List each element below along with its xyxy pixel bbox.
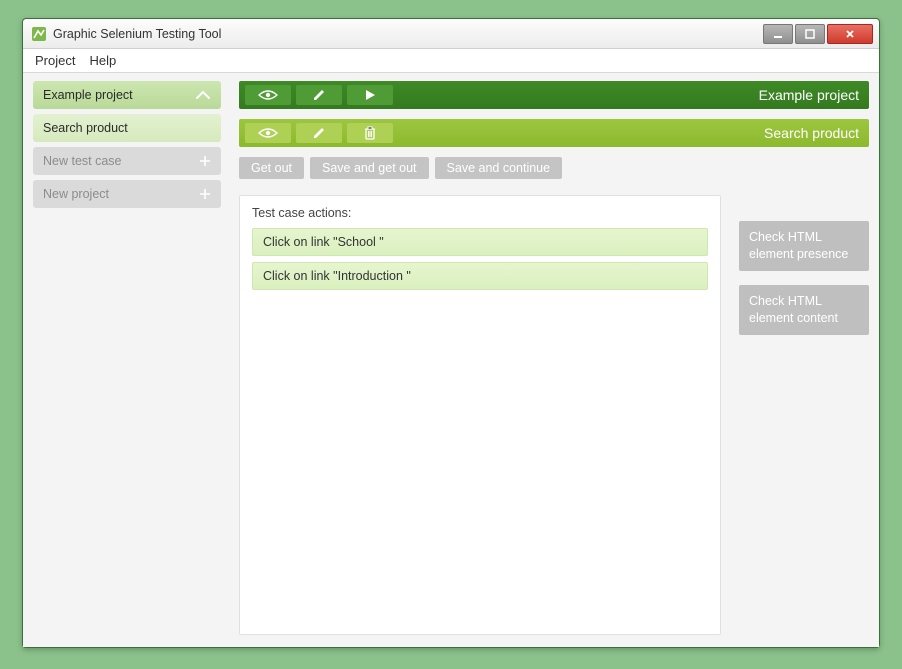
project-bar: Example project (239, 81, 869, 109)
testcase-bar: Search product (239, 119, 869, 147)
view-button[interactable] (245, 123, 291, 143)
save-and-get-out-button[interactable]: Save and get out (310, 157, 429, 179)
get-out-button[interactable]: Get out (239, 157, 304, 179)
plus-icon (199, 155, 211, 167)
check-content-button[interactable]: Check HTML element content (739, 285, 869, 335)
trash-icon (364, 126, 376, 140)
close-button[interactable] (827, 24, 873, 44)
edit-button[interactable] (296, 85, 342, 105)
minimize-button[interactable] (763, 24, 793, 44)
actions-panel: Test case actions: Click on link "School… (239, 195, 721, 635)
titlebar: Graphic Selenium Testing Tool (23, 19, 879, 49)
action-item[interactable]: Click on link "School " (252, 228, 708, 256)
plus-icon (199, 188, 211, 200)
app-icon (31, 26, 47, 42)
sidebar: Example project Search product New test … (33, 81, 221, 635)
sidebar-item-label: Search product (43, 121, 128, 135)
view-button[interactable] (245, 85, 291, 105)
delete-button[interactable] (347, 123, 393, 143)
run-button[interactable] (347, 85, 393, 105)
window-controls (763, 24, 873, 44)
action-item[interactable]: Click on link "Introduction " (252, 262, 708, 290)
project-bar-title: Example project (759, 87, 859, 103)
app-window: Graphic Selenium Testing Tool Project He… (22, 18, 880, 648)
chevron-up-icon (195, 90, 211, 100)
sidebar-item-new-test-case[interactable]: New test case (33, 147, 221, 175)
sidebar-item-label: New test case (43, 154, 122, 168)
sidebar-item-label: Example project (43, 88, 133, 102)
menubar: Project Help (23, 49, 879, 73)
eye-icon (258, 127, 278, 139)
pencil-icon (312, 88, 326, 102)
testcase-bar-title: Search product (764, 125, 859, 141)
eye-icon (258, 89, 278, 101)
sidebar-item-label: New project (43, 187, 109, 201)
save-and-continue-button[interactable]: Save and continue (435, 157, 563, 179)
menu-help[interactable]: Help (89, 53, 116, 68)
play-icon (364, 89, 376, 101)
window-title: Graphic Selenium Testing Tool (53, 27, 763, 41)
content-row: Test case actions: Click on link "School… (239, 195, 869, 635)
menu-project[interactable]: Project (35, 53, 75, 68)
actions-heading: Test case actions: (252, 206, 708, 220)
sidebar-item-new-project[interactable]: New project (33, 180, 221, 208)
action-button-row: Get out Save and get out Save and contin… (239, 157, 869, 179)
main: Example project (239, 81, 869, 635)
edit-button[interactable] (296, 123, 342, 143)
maximize-button[interactable] (795, 24, 825, 44)
check-presence-button[interactable]: Check HTML element presence (739, 221, 869, 271)
pencil-icon (312, 126, 326, 140)
sidebar-item-example-project[interactable]: Example project (33, 81, 221, 109)
right-column: Check HTML element presence Check HTML e… (739, 195, 869, 635)
sidebar-item-search-product[interactable]: Search product (33, 114, 221, 142)
body: Example project Search product New test … (23, 73, 879, 647)
